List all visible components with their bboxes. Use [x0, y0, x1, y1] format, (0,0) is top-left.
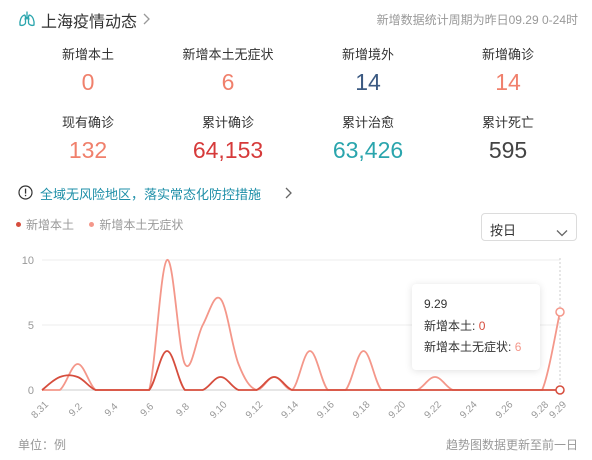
tooltip-value: 0 — [478, 319, 486, 333]
stat-total-confirmed: 累计确诊 64,153 — [158, 114, 298, 165]
x-tick-label: 9.14 — [280, 399, 302, 421]
chart-tooltip: 9.29 新增本土: 0 新增本土无症状: 6 — [412, 284, 540, 370]
point-asymptomatic-9-29 — [555, 307, 565, 317]
x-tick-label: 9.29 — [547, 399, 569, 421]
x-tick-label: 9.18 — [351, 399, 373, 421]
stat-total-cured: 累计治愈 63,426 — [298, 114, 438, 165]
stat-label: 新增本土无症状 — [182, 47, 274, 62]
stat-label: 累计死亡 — [481, 115, 534, 130]
x-tick-label: 9.6 — [139, 401, 157, 419]
stat-value: 6 — [221, 69, 235, 95]
stat-label: 新增确诊 — [481, 47, 534, 62]
stat-new-asymptomatic: 新增本土无症状 6 — [158, 46, 298, 97]
chevron-right-icon[interactable] — [284, 186, 292, 204]
stat-value: 595 — [488, 137, 528, 163]
legend-label: 新增本土 — [26, 218, 75, 232]
legend-item-asymptomatic[interactable]: 新增本土无症状 — [89, 216, 183, 233]
x-tick-label: 9.28 — [530, 399, 552, 421]
x-tick-label: 9.20 — [387, 399, 409, 421]
update-note: 趋势图数据更新至前一日 — [445, 438, 578, 452]
x-tick-label: 9.8 — [174, 401, 192, 419]
stat-period-note: 新增数据统计周期为昨日09.29 0-24时 — [376, 13, 578, 27]
legend-dot — [89, 222, 95, 228]
stat-value: 63,426 — [332, 137, 404, 163]
x-tick-label: 9.22 — [422, 399, 444, 421]
tooltip-value: 6 — [514, 340, 522, 354]
stat-value: 132 — [68, 137, 108, 163]
y-tick-label: 10 — [22, 255, 34, 267]
stat-label: 累计治愈 — [341, 115, 394, 130]
x-tick-label: 8.31 — [29, 399, 51, 421]
y-tick-label: 5 — [28, 320, 34, 332]
risk-notice-text[interactable]: 全域无风险地区，落实常态化防控措施 — [40, 184, 261, 203]
stat-current-confirmed: 现有确诊 132 — [18, 114, 158, 165]
unit-label: 单位：例 — [18, 438, 67, 452]
tooltip-row-local: 新增本土: 0 — [424, 318, 540, 334]
stat-label: 现有确诊 — [61, 115, 114, 130]
x-tick-label: 9.12 — [244, 399, 266, 421]
stat-new-imported: 新增境外 14 — [298, 46, 438, 97]
point-local-9-29 — [555, 385, 565, 395]
stat-value: 14 — [495, 69, 521, 95]
legend-dot — [16, 222, 21, 228]
stat-new-local: 新增本土 0 — [18, 46, 158, 97]
tooltip-date: 9.29 — [424, 297, 448, 311]
stat-label: 新增境外 — [341, 47, 394, 62]
chevron-down-icon — [556, 224, 568, 242]
stat-total-deaths: 累计死亡 595 — [438, 114, 578, 165]
page-title[interactable]: 上海疫情动态 — [41, 8, 137, 32]
stat-value: 0 — [81, 69, 95, 95]
chart-legend: 新增本土 新增本土无症状 — [16, 216, 195, 233]
chevron-right-icon[interactable] — [142, 12, 150, 30]
info-icon — [18, 185, 33, 205]
stat-label: 累计确诊 — [201, 115, 254, 130]
x-tick-label: 9.16 — [315, 399, 337, 421]
x-tick-label: 9.10 — [208, 399, 230, 421]
stat-new-confirmed: 新增确诊 14 — [438, 46, 578, 97]
period-select[interactable]: 按日 — [481, 213, 577, 241]
legend-label: 新增本土无症状 — [99, 218, 184, 232]
x-tick-label: 9.4 — [103, 401, 121, 419]
lungs-icon — [18, 10, 36, 33]
period-select-value: 按日 — [490, 223, 517, 238]
x-tick-label: 9.26 — [494, 399, 516, 421]
legend-item-local[interactable]: 新增本土 — [16, 216, 74, 233]
tooltip-label: 新增本土无症状: — [424, 340, 512, 354]
stat-label: 新增本土 — [61, 47, 114, 62]
tooltip-label: 新增本土: — [424, 319, 476, 333]
stat-value: 64,153 — [192, 137, 264, 163]
x-tick-label: 9.24 — [458, 399, 480, 421]
tooltip-row-asymptomatic: 新增本土无症状: 6 — [424, 339, 540, 355]
x-tick-label: 9.2 — [67, 401, 85, 419]
y-tick-label: 0 — [28, 385, 34, 397]
header: 上海疫情动态 新增数据统计周期为昨日09.29 0-24时 — [18, 8, 580, 33]
stat-value: 14 — [355, 69, 381, 95]
